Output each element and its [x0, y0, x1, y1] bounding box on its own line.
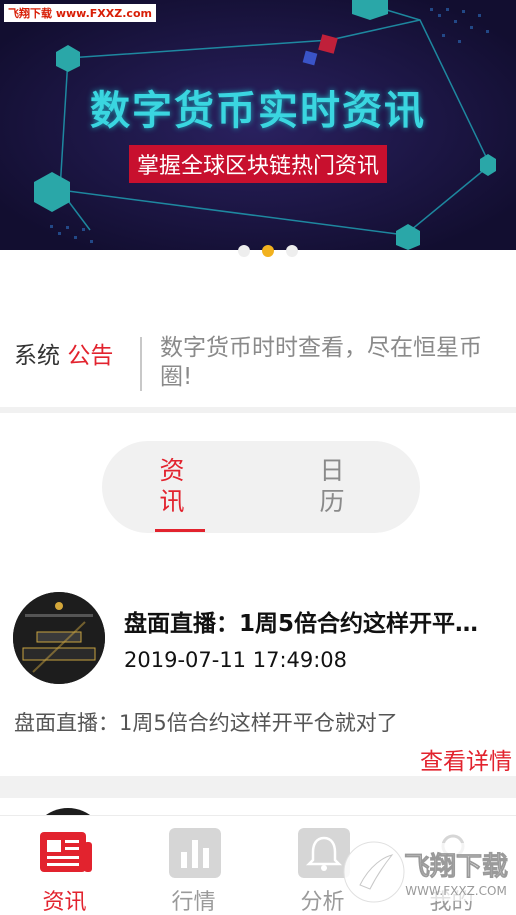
nav-item-news[interactable]: 资讯 [0, 816, 129, 915]
carousel-dot[interactable] [286, 245, 298, 257]
notice-label: 系统 公告 [14, 336, 113, 370]
tab-calendar[interactable]: 日 历 [302, 455, 362, 517]
tab-switcher: 资 讯 日 历 [102, 441, 420, 533]
section-divider [0, 776, 516, 798]
nav-label-market: 行情 [171, 890, 216, 915]
notice-divider [140, 337, 142, 391]
tab-news[interactable]: 资 讯 [142, 455, 202, 517]
hero-banner[interactable]: 飞翔下载 www.FXXZ.com 数字货币实时资讯 掌握全球区块链热门资讯 [0, 0, 516, 250]
watermark-url: WWW.FXXZ.COM [405, 884, 507, 898]
notice-label-plain: 系统 [14, 343, 60, 369]
nav-label-news: 资讯 [42, 890, 87, 915]
news-list-item[interactable]: 盘面直播：1周5倍合约这样开平仓就对了 2019-07-11 17:49:08 … [0, 580, 516, 775]
news-icon [40, 832, 92, 872]
watermark-brand: 飞翔下载 [404, 852, 508, 882]
article-timestamp: 2019-07-11 17:49:08 [124, 648, 348, 672]
active-tab-indicator [155, 529, 205, 532]
fxxz-watermark-logo: 飞翔下载 WWW.FXXZ.COM [343, 841, 508, 903]
section-divider [0, 407, 516, 413]
carousel-indicator[interactable] [238, 245, 298, 257]
notice-label-red: 公告 [67, 343, 114, 369]
article-summary: 盘面直播：1周5倍合约这样开平仓就对了 [14, 711, 398, 735]
banner-title: 数字货币实时资讯 [90, 88, 426, 134]
carousel-dot[interactable] [238, 245, 250, 257]
system-notice[interactable]: 系统 公告 数字货币时时查看，尽在恒星币圈! [0, 320, 516, 405]
nav-item-market[interactable]: 行情 [129, 816, 258, 915]
article-thumbnail [13, 592, 105, 684]
view-details-link[interactable]: 查看详情 [420, 742, 512, 776]
watermark-badge: 飞翔下载 www.FXXZ.com [4, 4, 156, 22]
article-title[interactable]: 盘面直播：1周5倍合约这样开平仓就对了 [124, 604, 494, 638]
carousel-dot-active[interactable] [262, 245, 274, 257]
thumbnail-image [13, 592, 105, 684]
bar-chart-icon [169, 828, 221, 878]
banner-subtitle: 掌握全球区块链热门资讯 [128, 145, 387, 183]
notice-text[interactable]: 数字货币时时查看，尽在恒星币圈! [160, 334, 506, 392]
